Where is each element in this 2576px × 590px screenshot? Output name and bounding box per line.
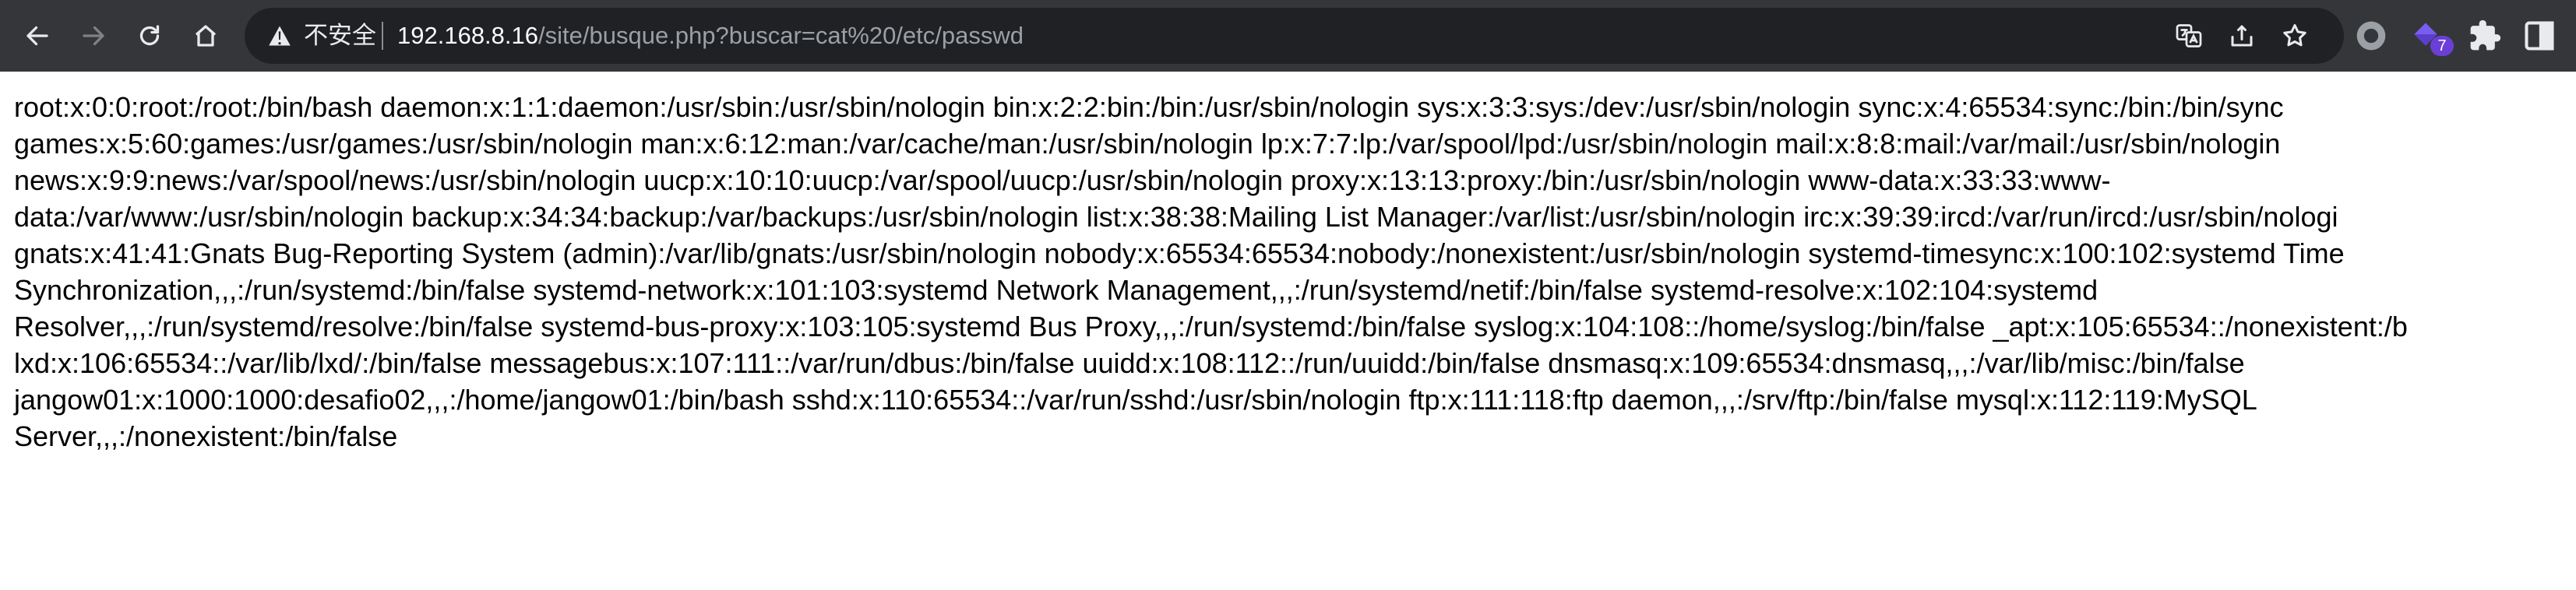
passwd-line: news:x:9:9:news:/var/spool/news:/usr/sbi… bbox=[14, 164, 2111, 196]
url-path: /site/busque.php?buscar=cat%20/etc/passw… bbox=[538, 22, 1024, 49]
passwd-line: root:x:0:0:root:/root:/bin/bash daemon:x… bbox=[14, 91, 2284, 123]
reload-button[interactable] bbox=[129, 16, 170, 56]
passwd-line: games:x:5:60:games:/usr/games:/usr/sbin/… bbox=[14, 128, 2281, 160]
forward-button[interactable] bbox=[73, 16, 114, 56]
home-button[interactable] bbox=[185, 16, 226, 56]
passwd-line: Server,,,:/nonexistent:/bin/false bbox=[14, 420, 398, 452]
star-icon[interactable] bbox=[2281, 22, 2309, 50]
passwd-line: Resolver,,,:/run/systemd/resolve:/bin/fa… bbox=[14, 311, 2408, 342]
passwd-line: lxd:x:106:65534::/var/lib/lxd/:/bin/fals… bbox=[14, 347, 2245, 379]
browser-toolbar: 不安全 192.168.8.16/site/busque.php?buscar=… bbox=[0, 0, 2576, 72]
warning-triangle-icon bbox=[269, 26, 291, 46]
security-label[interactable]: 不安全 bbox=[304, 8, 376, 64]
extension-badge: 7 bbox=[2430, 36, 2454, 56]
translate-icon[interactable] bbox=[2175, 22, 2203, 50]
passwd-line: gnats:x:41:41:Gnats Bug-Reporting System… bbox=[14, 237, 2345, 269]
url-text[interactable]: 192.168.8.16/site/busque.php?buscar=cat%… bbox=[397, 8, 1024, 64]
passwd-line: jangow01:x:1000:1000:desafio02,,,:/home/… bbox=[14, 384, 2257, 416]
home-icon bbox=[195, 25, 217, 47]
arrow-left-icon bbox=[26, 26, 48, 46]
omnibox-divider bbox=[382, 22, 383, 50]
back-button[interactable] bbox=[17, 16, 58, 56]
url-host: 192.168.8.16 bbox=[397, 22, 539, 49]
circle-extension-icon[interactable] bbox=[2354, 19, 2388, 53]
page-body-text: root:x:0:0:root:/root:/bin/bash daemon:x… bbox=[14, 89, 2576, 455]
side-panel-icon[interactable] bbox=[2522, 19, 2557, 53]
puzzle-icon[interactable] bbox=[2468, 19, 2502, 53]
passwd-line: Synchronization,,,:/run/systemd:/bin/fal… bbox=[14, 274, 2099, 306]
reload-icon bbox=[139, 25, 160, 46]
address-bar[interactable]: 不安全 192.168.8.16/site/busque.php?buscar=… bbox=[245, 8, 2344, 64]
arrow-right-icon bbox=[83, 26, 104, 46]
passwd-line: data:/var/www:/usr/sbin/nologin backup:x… bbox=[14, 201, 2338, 233]
share-icon[interactable] bbox=[2228, 22, 2256, 50]
